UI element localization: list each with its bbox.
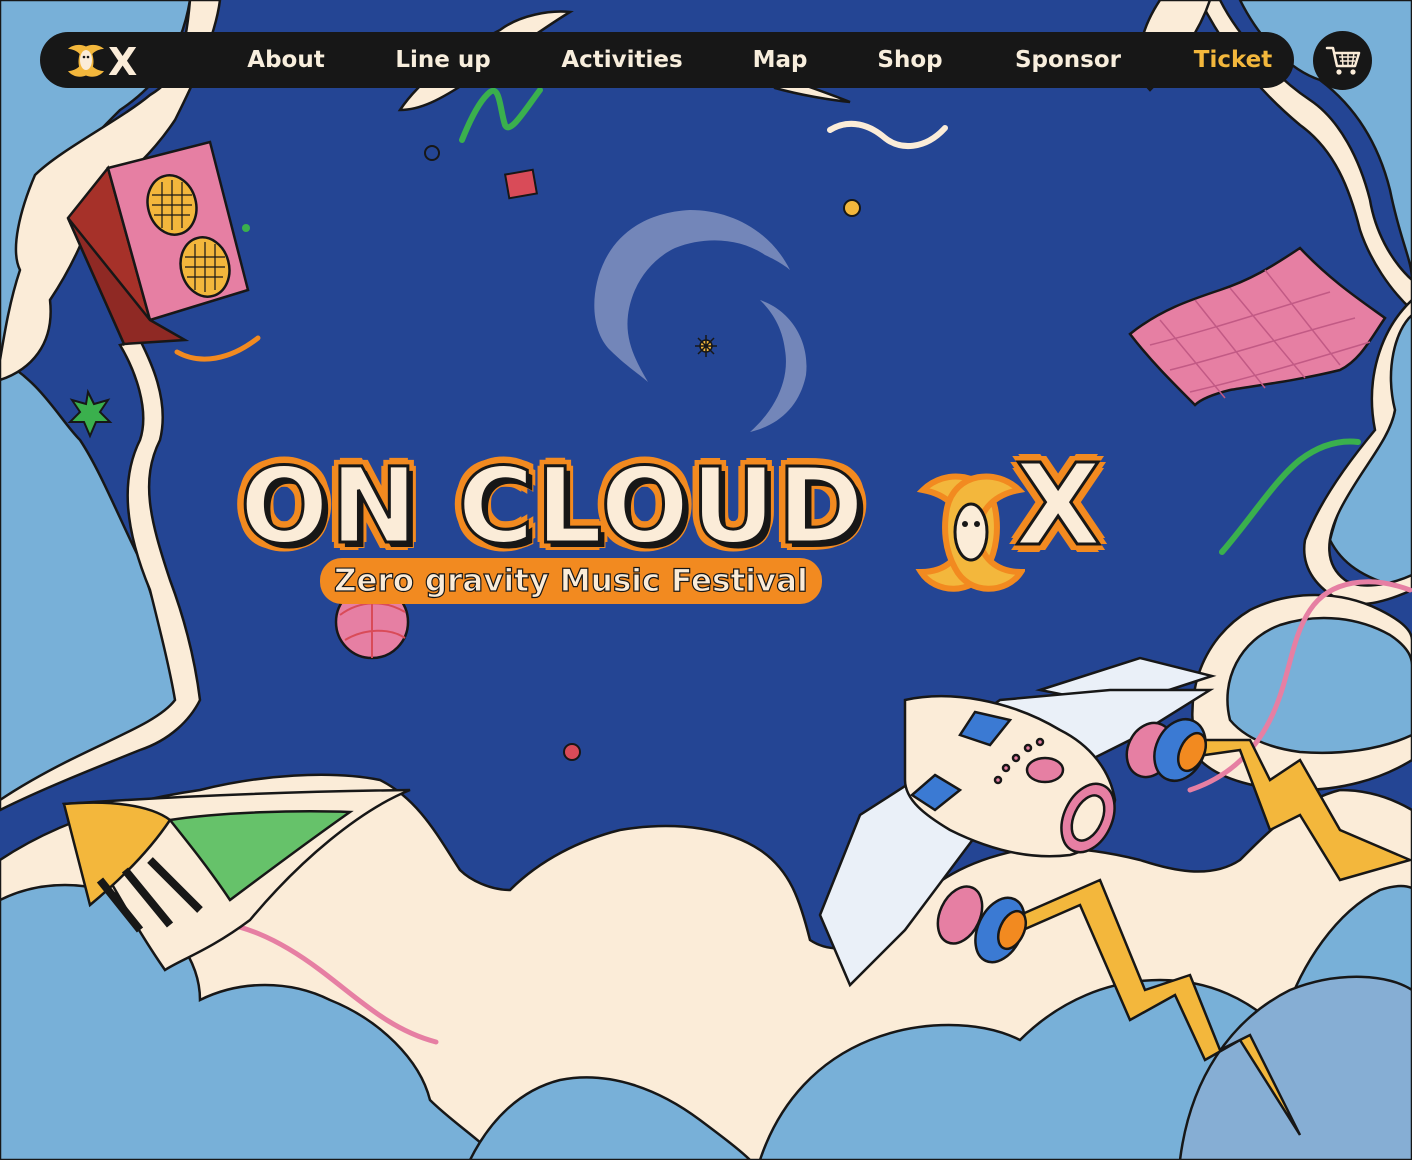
cloud-x-logo-icon: X bbox=[68, 40, 137, 84]
shopping-cart-icon bbox=[1325, 46, 1361, 75]
nav-item-line-up[interactable]: Line up bbox=[395, 44, 490, 76]
hero-logo: ON CLOUD X Zero gravity Music Festival bbox=[239, 441, 1180, 621]
nav-item-shop[interactable]: Shop bbox=[877, 44, 942, 76]
site-logo[interactable]: X bbox=[64, 39, 144, 84]
sparkle-icon bbox=[695, 335, 717, 357]
nav-item-about[interactable]: About bbox=[247, 44, 324, 76]
hero-subtitle: Zero gravity Music Festival bbox=[320, 558, 822, 604]
nav-item-ticket[interactable]: Ticket bbox=[1194, 44, 1272, 76]
hero-title-x: X bbox=[1013, 441, 1102, 571]
logo-letter: X bbox=[108, 40, 137, 81]
top-navbar: X About Line up Activities Map Shop Spon… bbox=[40, 32, 1294, 88]
cloud-face-icon bbox=[915, 473, 1025, 592]
nav-item-sponsor[interactable]: Sponsor bbox=[1015, 44, 1121, 76]
nav-item-map[interactable]: Map bbox=[753, 44, 808, 76]
hero-title: ON CLOUD bbox=[239, 445, 866, 568]
cart-button[interactable] bbox=[1313, 31, 1372, 90]
nav-item-activities[interactable]: Activities bbox=[561, 44, 682, 76]
